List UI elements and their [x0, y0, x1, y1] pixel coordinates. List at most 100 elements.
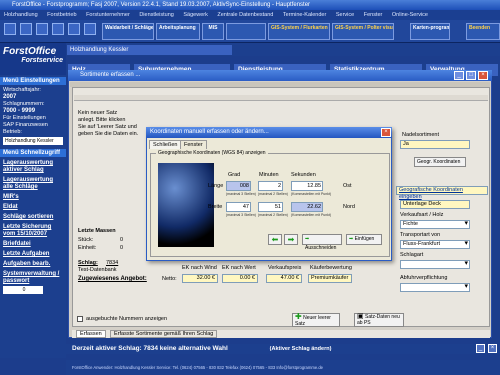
- ek-wert-field[interactable]: 0.00 €: [222, 274, 258, 283]
- waldarbeit-button[interactable]: Waldarbeit / Schläge: [102, 23, 154, 40]
- operation-select[interactable]: Holzhandlung Kessler: [3, 137, 63, 145]
- truck-icon[interactable]: [52, 23, 64, 35]
- schlag-label: Schlag:: [78, 260, 98, 266]
- breite-grad-input[interactable]: 47: [226, 202, 251, 212]
- status-min-icon[interactable]: _: [476, 344, 485, 353]
- laenge-label: Länge: [208, 183, 224, 189]
- right-field[interactable]: Ja: [400, 140, 470, 149]
- geo-input-button[interactable]: Geografische Koordinaten eingeben: [396, 186, 488, 200]
- right-label: Nadelsortiment: [402, 132, 439, 138]
- calendar-icon[interactable]: [84, 23, 96, 35]
- einheit-label: Einheit:: [78, 245, 97, 251]
- show-booked-checkbox[interactable]: [77, 316, 83, 322]
- settings-header[interactable]: Menü Einstellungen: [0, 77, 66, 85]
- mis-button[interactable]: MIS: [202, 23, 224, 40]
- close-icon[interactable]: ×: [478, 71, 488, 80]
- map-button[interactable]: [226, 23, 266, 40]
- laenge-sekunden-input[interactable]: 12.85: [291, 181, 323, 191]
- maximize-icon[interactable]: □: [466, 71, 476, 80]
- operation-label: Betrieb:: [3, 129, 22, 135]
- tab-erfassen[interactable]: Erfassen: [76, 330, 106, 338]
- menu-item[interactable]: Forstbetrieb: [47, 12, 76, 18]
- menu-item[interactable]: Fenster: [364, 12, 383, 18]
- fiscal-label: Wirtschaftsjahr:: [3, 87, 41, 93]
- window-buttons: _ □ ×: [454, 71, 490, 80]
- change-active-lot-link[interactable]: (Aktiver Schlag ändern): [270, 346, 332, 352]
- menu-item[interactable]: Forstunternehmer: [86, 12, 130, 18]
- settings-label: Für Einstellungen: [3, 115, 46, 121]
- holzart-select[interactable]: Fichte: [400, 220, 470, 229]
- tab-erfasste-sortimente[interactable]: Erfasste Sortimente gemäß Ihren Schlag: [110, 330, 218, 338]
- beenden-button[interactable]: Beenden: [466, 23, 500, 40]
- quick-access-header[interactable]: Menü Schnellzugriff: [0, 149, 66, 157]
- transport-select[interactable]: Fluss-Frankfurt: [400, 240, 470, 249]
- paste-button[interactable]: ➡ Einfügen: [346, 234, 382, 245]
- gis-polter-button[interactable]: GIS-System / Polter visualisieren: [332, 23, 394, 40]
- kartenprogramme-button[interactable]: Karten-programme: [410, 23, 450, 40]
- satellite-image: [158, 163, 214, 247]
- kaeufer-label: Käuferbewertung: [310, 265, 352, 271]
- menu-item[interactable]: Zentrale Datenbestand: [217, 12, 273, 18]
- kaeufer-field[interactable]: Premiumkäufer: [308, 274, 352, 283]
- status-close-icon[interactable]: ×: [488, 344, 497, 353]
- menu-item[interactable]: Termine-Kalender: [283, 12, 326, 18]
- breite-label: Breite: [208, 204, 223, 210]
- sidebar-link[interactable]: Letzte Aufgaben: [0, 251, 66, 258]
- tab-fenster[interactable]: Fenster: [180, 140, 207, 149]
- arrow-left-icon[interactable]: ⬅: [268, 234, 282, 245]
- sidebar-link[interactable]: Lagerauswertung aktiver Schlag: [0, 160, 66, 174]
- save-record-button[interactable]: ▣ Satz-Daten neu ab PS: [354, 313, 404, 327]
- new-record-button[interactable]: ✚ Neuer leerer Satz: [292, 313, 340, 327]
- laenge-minuten-input[interactable]: 2: [258, 181, 283, 191]
- sidebar-link[interactable]: MIR's: [0, 194, 66, 201]
- menu-item[interactable]: Sägewerk: [183, 12, 207, 18]
- schlag-value: 7834: [106, 260, 119, 266]
- sidebar-link[interactable]: Systemverwaltung / passwort: [0, 271, 66, 285]
- show-booked-label: ausgebuchte Nummern anzeigen: [86, 316, 168, 322]
- menu-item[interactable]: Dienstleistung: [139, 12, 174, 18]
- sidebar-link[interactable]: Letzte Sicherung vom 15/10/2007: [0, 224, 66, 238]
- folder-icon[interactable]: [20, 23, 32, 35]
- hint-grad: (maximal 3 Stellen): [226, 192, 256, 196]
- sidebar-link[interactable]: Lagerauswertung alle Schläge: [0, 177, 66, 191]
- add-icon: ✚: [295, 312, 302, 321]
- sidebar-link[interactable]: Eldat: [0, 204, 66, 211]
- saw-icon[interactable]: [68, 23, 80, 35]
- hint-minuten: (maximal 2 Stellen): [258, 192, 288, 196]
- cut-button[interactable]: ➡ Ausschneiden: [302, 234, 342, 251]
- tab-schliessen[interactable]: Schließen: [149, 140, 182, 149]
- arbeitsplanung-button[interactable]: Arbeitsplanung: [156, 23, 200, 40]
- cut-icon: ➡: [305, 236, 310, 242]
- col-sekunden: Sekunden: [291, 172, 316, 178]
- close-icon[interactable]: ×: [381, 128, 391, 137]
- einheit-value: 0: [120, 245, 124, 251]
- menu-item[interactable]: Holzhandlung: [4, 12, 38, 18]
- menu-item[interactable]: Service: [336, 12, 354, 18]
- footer: ForstOffice Anwender: Holzhandlung Kessl…: [66, 360, 500, 375]
- abfuhr-select[interactable]: [400, 283, 470, 292]
- lots-value: 7000 - 9999: [3, 108, 36, 114]
- sidebar-counter[interactable]: 0: [3, 286, 43, 294]
- info-text: anlegt. Bitte klicken: [78, 117, 126, 123]
- bottom-tabs: Erfassen Erfasste Sortimente gemäß Ihren…: [72, 330, 490, 338]
- home-icon[interactable]: [4, 23, 16, 35]
- vk-field[interactable]: 47.00 €: [266, 274, 302, 283]
- right-label: Abfuhrverpflichtung: [400, 275, 448, 281]
- arrow-right-icon[interactable]: ➡: [284, 234, 298, 245]
- tree-icon[interactable]: [36, 23, 48, 35]
- right-field[interactable]: Unterlage Deck: [400, 200, 470, 209]
- breite-direction: Nord: [343, 204, 355, 210]
- lots-label: Schlagnummern:: [3, 101, 45, 107]
- gis-flurkarten-button[interactable]: GIS-System / Flurkarten anzeigen: [268, 23, 330, 40]
- schlagart-select[interactable]: [400, 260, 470, 269]
- sidebar-link[interactable]: Schläge sortieren: [0, 214, 66, 221]
- breite-sekunden-input[interactable]: 22.62: [291, 202, 323, 212]
- minimize-icon[interactable]: _: [454, 71, 464, 80]
- geo-coordinates-button[interactable]: Geogr. Koordinaten: [414, 157, 466, 167]
- laenge-grad-input[interactable]: 008: [226, 181, 251, 191]
- sidebar-link[interactable]: Aufgaben bearb.: [0, 261, 66, 268]
- sidebar-link[interactable]: Briefdatei: [0, 241, 66, 248]
- breite-minuten-input[interactable]: 51: [258, 202, 283, 212]
- ek-wind-field[interactable]: 32.00 €: [182, 274, 218, 283]
- menu-item[interactable]: Online-Service: [392, 12, 428, 18]
